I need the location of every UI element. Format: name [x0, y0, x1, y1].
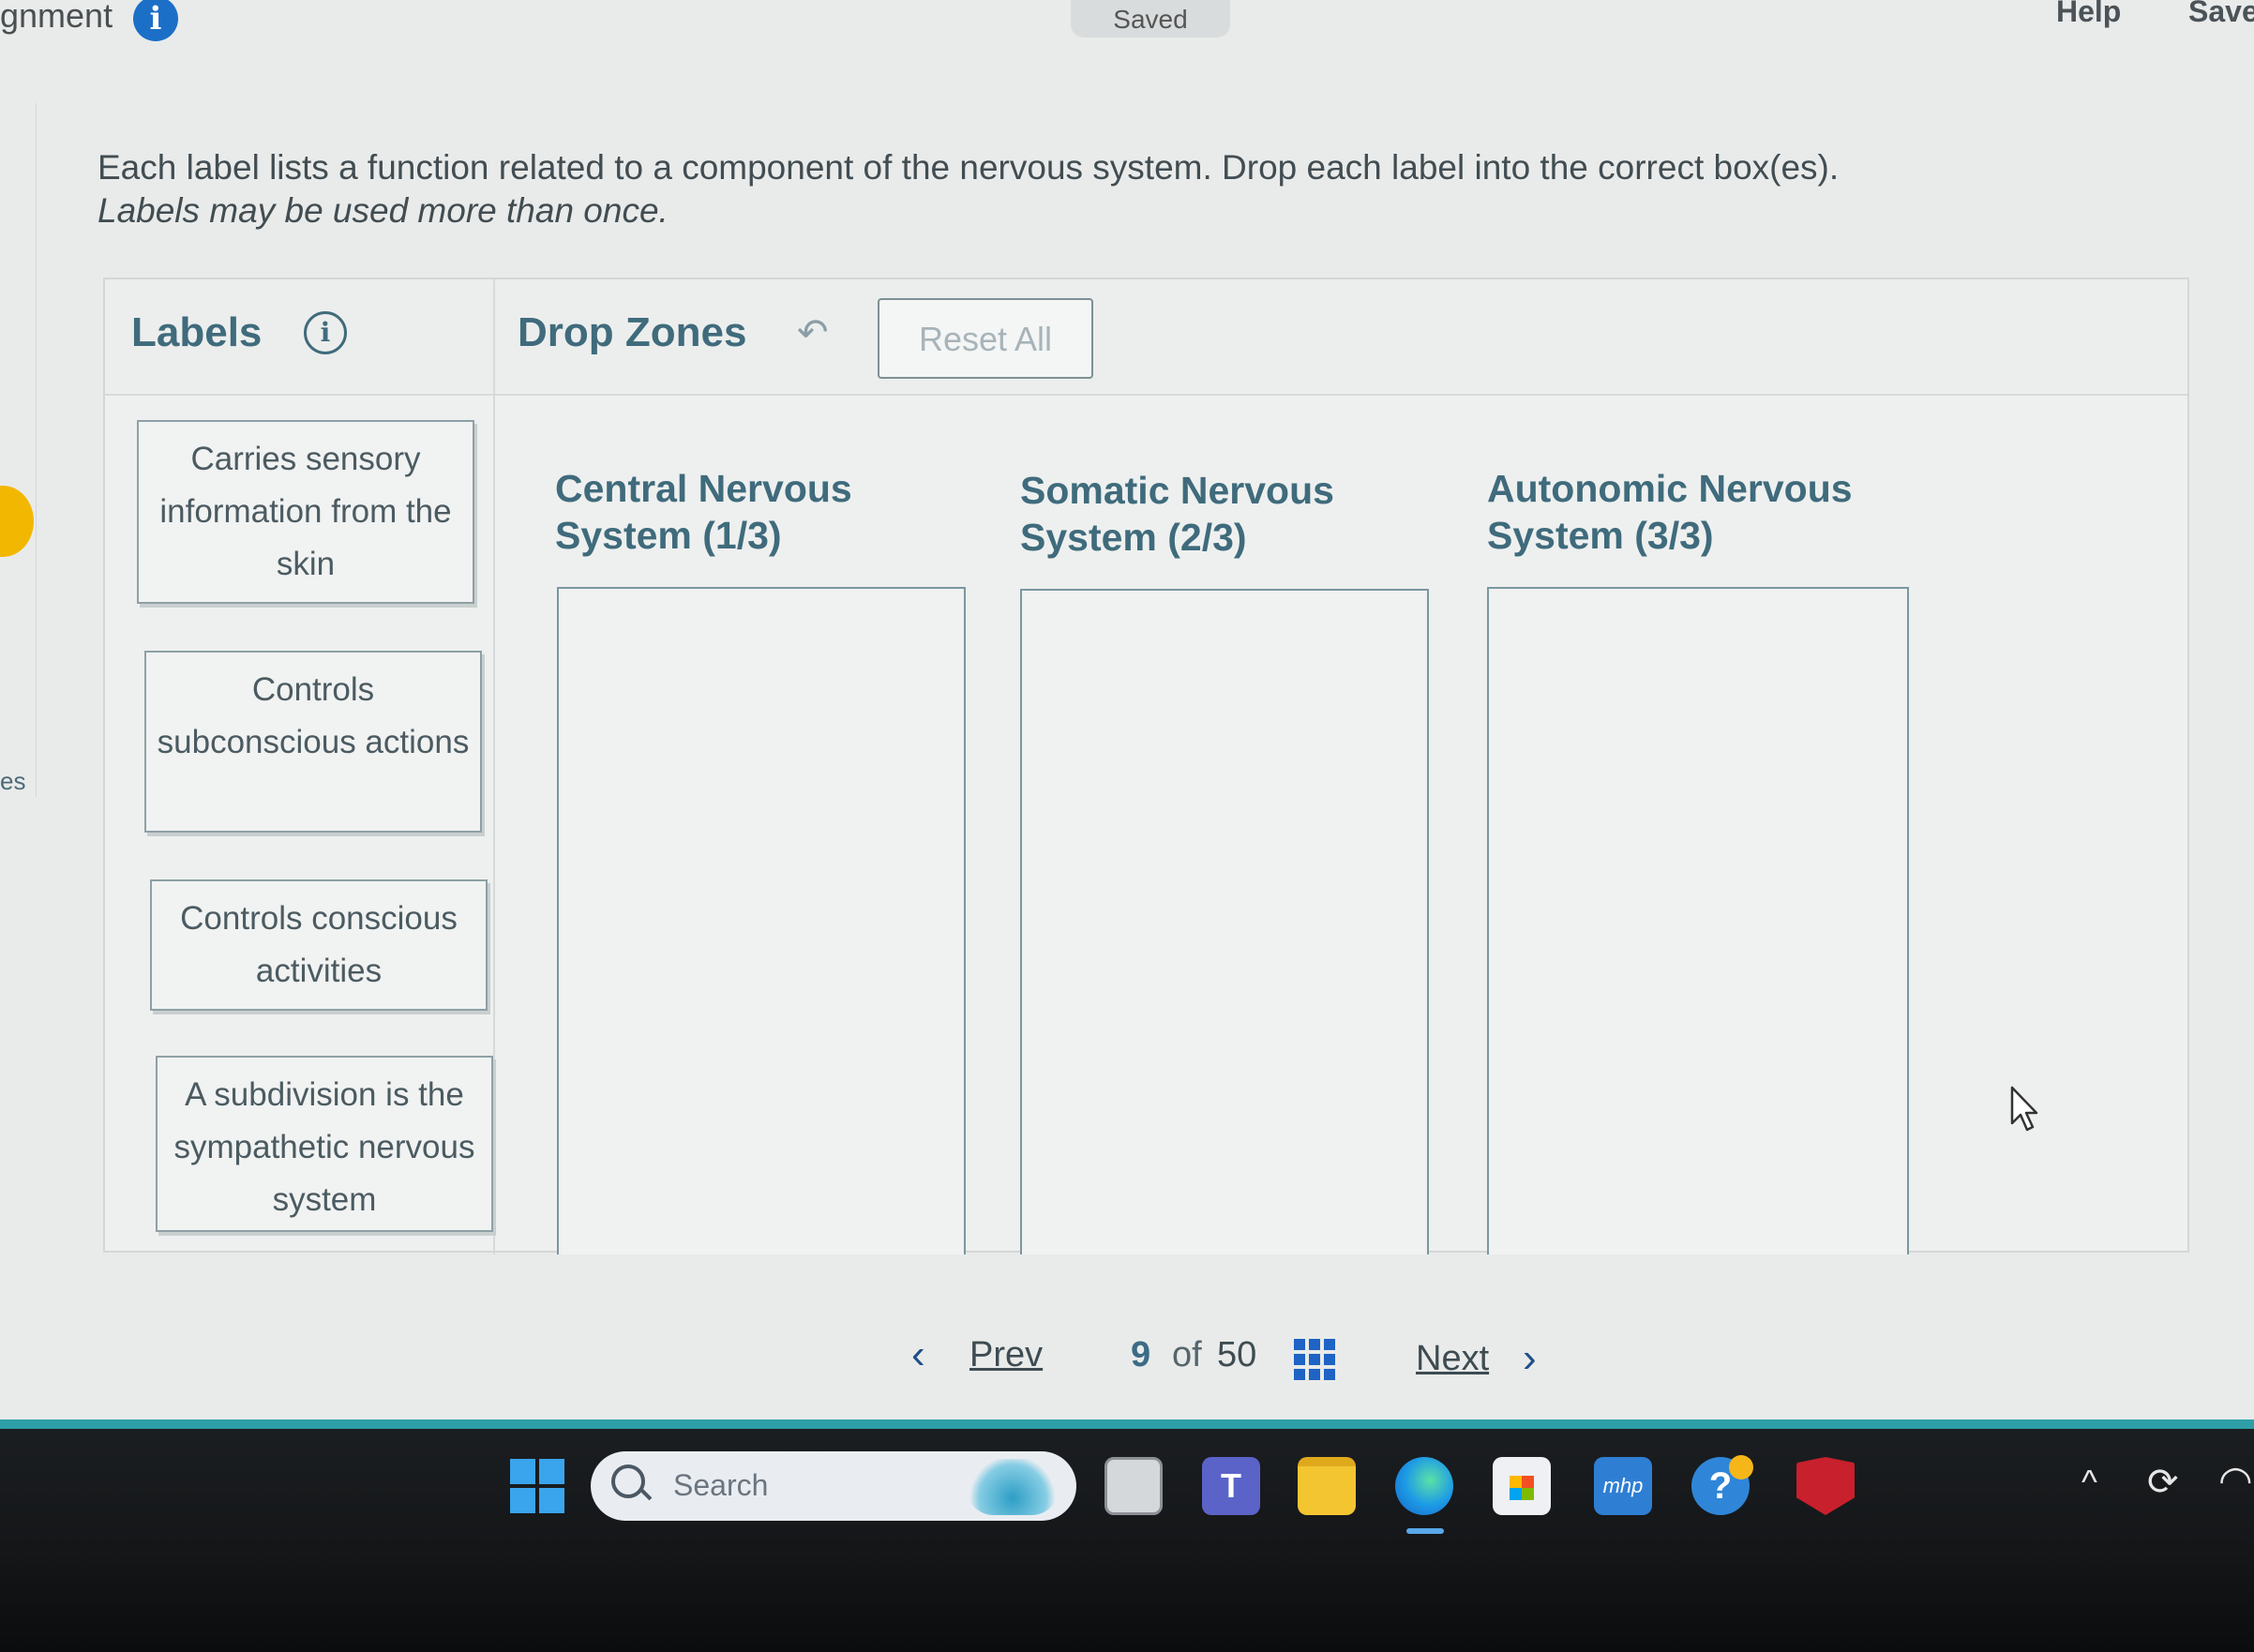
- left-sidebar-edge: [0, 103, 37, 797]
- panel-header: [105, 279, 2187, 396]
- undo-icon[interactable]: ↶: [797, 311, 829, 354]
- save-link[interactable]: Save: [2188, 0, 2254, 29]
- drag-drop-panel: Labels i Drop Zones ↶ Reset All Carries …: [103, 278, 2189, 1254]
- search-placeholder: Search: [673, 1468, 769, 1502]
- drop-zone-autonomic[interactable]: [1487, 587, 1909, 1254]
- instructions-note: Labels may be used more than once.: [98, 191, 669, 230]
- file-explorer-icon[interactable]: [1298, 1457, 1356, 1515]
- labels-heading: Labels: [131, 309, 263, 355]
- question-instructions: Each label lists a function related to a…: [98, 146, 1973, 233]
- assignment-title: gnment: [0, 0, 113, 35]
- mouse-cursor-icon: [2010, 1086, 2038, 1132]
- draggable-label[interactable]: Controls subconscious actions: [144, 651, 482, 833]
- current-page: 9: [1131, 1335, 1151, 1374]
- saved-status-badge: Saved: [1071, 0, 1230, 38]
- drop-zone-title-somatic: Somatic Nervous System (2/3): [1020, 469, 1334, 559]
- taskbar: Search T mhp ? ^ ⟳ ◠: [0, 1429, 2254, 1652]
- task-view-icon[interactable]: [1104, 1457, 1163, 1515]
- edge-icon[interactable]: [1395, 1457, 1453, 1515]
- mcafee-icon[interactable]: [1796, 1457, 1855, 1515]
- search-highlight-icon: [966, 1459, 1059, 1515]
- instructions-text: Each label lists a function related to a…: [98, 148, 1840, 187]
- start-icon[interactable]: [510, 1459, 564, 1513]
- chevron-left-icon[interactable]: ‹: [911, 1331, 925, 1378]
- prev-button[interactable]: Prev: [969, 1335, 1043, 1375]
- next-button[interactable]: Next: [1416, 1339, 1489, 1379]
- labels-info-icon[interactable]: i: [304, 311, 347, 354]
- mhp-icon[interactable]: mhp: [1594, 1457, 1652, 1515]
- reset-all-button[interactable]: Reset All: [878, 298, 1093, 379]
- tray-caret-icon[interactable]: ^: [2081, 1463, 2097, 1502]
- question-grid-icon[interactable]: [1294, 1339, 1335, 1380]
- drop-zone-title-cns: Central Nervous System (1/3): [555, 467, 852, 557]
- page-of-label: of: [1172, 1335, 1202, 1374]
- draggable-label[interactable]: Controls conscious activities: [150, 879, 488, 1011]
- drop-zone-title-autonomic: Autonomic Nervous System (3/3): [1487, 467, 1853, 557]
- drop-zone-cns[interactable]: [557, 587, 966, 1254]
- notification-badge-icon: [1729, 1455, 1753, 1479]
- search-icon: [611, 1464, 645, 1498]
- active-app-indicator: [1406, 1528, 1444, 1534]
- column-divider: [493, 279, 495, 1254]
- assignment-info-icon[interactable]: i: [133, 0, 178, 41]
- draggable-label[interactable]: Carries sensory information from the ski…: [137, 420, 474, 604]
- taskbar-accent-line: [0, 1419, 2254, 1429]
- sync-icon[interactable]: ⟳: [2147, 1461, 2179, 1504]
- top-bar: gnment i Saved Help Save: [0, 0, 2254, 47]
- chevron-right-icon[interactable]: ›: [1523, 1335, 1537, 1382]
- sidebar-tab-label[interactable]: es: [0, 767, 25, 796]
- taskbar-search[interactable]: Search: [591, 1451, 1076, 1521]
- help-link[interactable]: Help: [2056, 0, 2121, 29]
- pagination: ‹ Prev 9 of 50 Next ›: [0, 1331, 2254, 1391]
- total-pages: 50: [1217, 1335, 1257, 1374]
- draggable-label[interactable]: A subdivision is the sympathetic nervous…: [156, 1056, 493, 1232]
- drop-zone-somatic[interactable]: [1020, 589, 1429, 1254]
- drop-zones-heading: Drop Zones: [518, 309, 747, 355]
- store-icon[interactable]: [1493, 1457, 1551, 1515]
- teams-icon[interactable]: T: [1202, 1457, 1260, 1515]
- wifi-icon[interactable]: ◠: [2218, 1457, 2253, 1503]
